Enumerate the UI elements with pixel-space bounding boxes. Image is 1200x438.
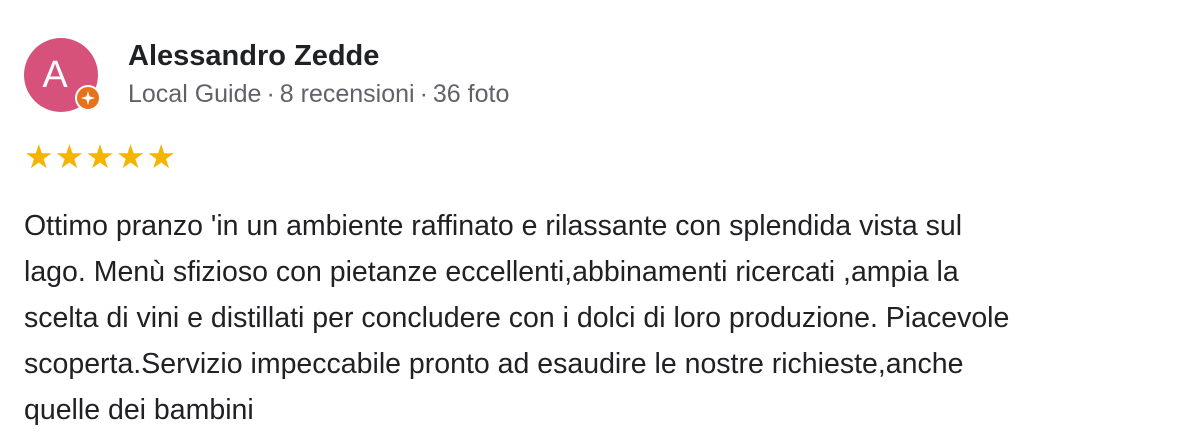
meta-separator: ·: [266, 80, 275, 108]
review-text-line: Ottimo pranzo 'in un ambiente raffinato …: [24, 210, 963, 242]
star-icon: ★: [115, 138, 146, 175]
review-card: A Alessandro Zedde Local Guide · 8 recensi…: [0, 0, 1200, 438]
star-icon: ★: [54, 138, 85, 175]
local-guide-badge-icon: [75, 85, 101, 111]
review-text: Ottimo pranzo 'in un ambiente raffinato …: [24, 203, 1174, 433]
reviewer-meta: Local Guide · 8 recensioni · 36 foto: [128, 80, 509, 109]
photos-count: 36 foto: [432, 80, 510, 108]
review-text-line: scoperta.Servizio impeccabile pronto ad …: [24, 348, 964, 380]
reviews-count: 8 recensioni: [279, 80, 415, 108]
sparkle-icon: [81, 91, 95, 105]
review-text-line: lago. Menù sfizioso con pietanze eccelle…: [24, 256, 959, 288]
star-icon: ★: [85, 138, 115, 175]
star-icon: ★: [24, 138, 54, 175]
review-text-line: quelle dei bambini: [24, 394, 254, 426]
star-rating: ★ ★ ★ ★ ★: [24, 139, 176, 175]
meta-separator: ·: [419, 80, 428, 108]
star-icon: ★: [146, 138, 176, 175]
reviewer-level: Local Guide: [128, 80, 262, 108]
review-text-line: scelta di vini e distillati per conclude…: [24, 302, 1010, 334]
avatar-letter: A: [42, 54, 68, 96]
reviewer-name[interactable]: Alessandro Zedde: [128, 40, 379, 73]
